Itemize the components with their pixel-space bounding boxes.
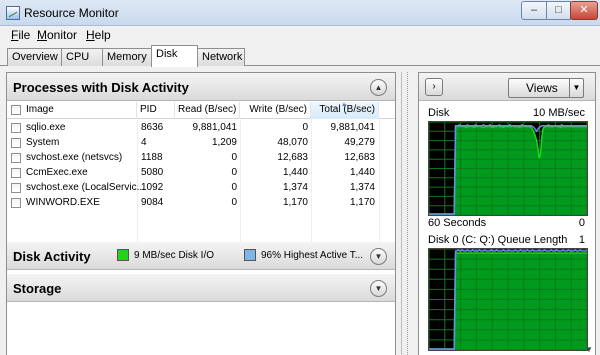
views-button[interactable]: Views ▼ [508, 78, 584, 98]
queue-graph-scale: 1 [578, 234, 585, 246]
cell-image: svchost.exe (netsvcs) [26, 152, 123, 163]
cell-read: 0 [231, 167, 237, 178]
close-button[interactable]: ✕ [570, 1, 598, 20]
row-checkbox[interactable] [11, 138, 21, 148]
queue-graph-title: Disk 0 (C: Q:) Queue Length [428, 234, 568, 246]
active-time-legend-swatch [244, 249, 256, 261]
processes-section-title: Processes with Disk Activity [13, 80, 189, 95]
tab-overview[interactable]: Overview [7, 48, 62, 66]
cell-write: 48,070 [277, 137, 308, 148]
processes-section-header[interactable]: Processes with Disk Activity ▲ [7, 73, 395, 101]
column-write[interactable]: Write (B/sec) [240, 102, 311, 119]
queue-graph [428, 248, 588, 351]
cell-total: 1,374 [349, 182, 375, 193]
window-title: Resource Monitor [24, 6, 119, 20]
column-read[interactable]: Read (B/sec) [175, 102, 240, 119]
cell-write: 1,440 [282, 167, 308, 178]
cell-read: 1,209 [211, 137, 237, 148]
expand-down-icon[interactable]: ▼ [370, 248, 387, 265]
disk-details-pane: Processes with Disk Activity ▲ Image PID… [6, 72, 396, 355]
cell-pid: 5080 [141, 167, 164, 178]
resource-monitor-window: Resource Monitor – □ ✕ File Monitor Help… [0, 0, 600, 355]
cell-read: 0 [231, 182, 237, 193]
cell-pid: 8636 [141, 122, 164, 133]
queue-graph-plot [428, 248, 588, 351]
views-label: Views [526, 81, 558, 95]
cell-write: 1,170 [282, 197, 308, 208]
cell-pid: 9084 [141, 197, 164, 208]
cell-image: svchost.exe (LocalServic... [26, 182, 145, 193]
cell-pid: 4 [141, 137, 147, 148]
cell-total: 1,440 [349, 167, 375, 178]
cell-image: System [26, 137, 60, 148]
table-row[interactable]: WINWORD.EXE 9084 0 1,170 1,170 [7, 196, 395, 211]
storage-section-header[interactable]: Storage ▼ [7, 274, 395, 302]
collapse-up-icon[interactable]: ▲ [370, 79, 387, 96]
storage-section-title: Storage [13, 281, 62, 296]
cell-write: 0 [302, 122, 308, 133]
cell-total: 9,881,041 [330, 122, 376, 133]
table-row[interactable]: sqlio.exe 8636 9,881,041 0 9,881,041 [7, 121, 395, 136]
cell-write: 1,374 [282, 182, 308, 193]
row-checkbox[interactable] [11, 183, 21, 193]
cell-read: 0 [231, 152, 237, 163]
disk-graph-plot [428, 121, 588, 216]
table-header: Image PID Read (B/sec) Write (B/sec) Tot… [7, 102, 395, 119]
menu-help[interactable]: Help [86, 28, 111, 42]
tab-memory[interactable]: Memory [102, 48, 152, 66]
tab-network[interactable]: Network [197, 48, 245, 66]
menu-file[interactable]: File [11, 28, 30, 42]
chevron-right-icon[interactable]: › [425, 78, 443, 96]
row-checkbox[interactable] [11, 123, 21, 133]
chevron-down-icon[interactable]: ▼ [569, 79, 583, 97]
cell-total: 1,170 [349, 197, 375, 208]
cell-image: WINWORD.EXE [26, 197, 100, 208]
cell-read: 0 [231, 197, 237, 208]
disk-graph-min: 0 [578, 217, 585, 229]
column-image[interactable]: Image [23, 102, 137, 119]
tab-bar: Overview CPU Memory Disk Network [0, 44, 600, 67]
cell-write: 12,683 [277, 152, 308, 163]
column-pid[interactable]: PID [137, 102, 175, 119]
row-checkbox[interactable] [11, 168, 21, 178]
graphs-pane: › Views ▼ Disk 10 MB/sec 60 Seconds 0 Di… [418, 72, 596, 355]
disk-io-legend-label: 9 MB/sec Disk I/O [134, 250, 215, 261]
scroll-down-icon[interactable]: ▼ [585, 345, 593, 354]
tab-cpu[interactable]: CPU [61, 48, 103, 66]
title-bar[interactable]: Resource Monitor – □ ✕ [0, 0, 600, 26]
cell-total: 12,683 [344, 152, 375, 163]
disk-activity-section-title: Disk Activity [13, 249, 91, 264]
tab-disk[interactable]: Disk [151, 45, 198, 67]
disk-graph [428, 121, 588, 216]
minimize-button[interactable]: – [521, 1, 547, 20]
cell-read: 9,881,041 [192, 122, 238, 133]
table-row[interactable]: CcmExec.exe 5080 0 1,440 1,440 [7, 166, 395, 181]
cell-pid: 1188 [141, 152, 163, 163]
row-checkbox[interactable] [11, 153, 21, 163]
select-all-checkbox[interactable] [11, 105, 21, 115]
resource-monitor-app-icon [6, 6, 20, 20]
cell-image: CcmExec.exe [26, 167, 88, 178]
pane-splitter[interactable] [401, 72, 414, 355]
cell-pid: 1092 [141, 182, 164, 193]
table-row[interactable]: svchost.exe (LocalServic... 1092 0 1,374… [7, 181, 395, 196]
table-row[interactable]: svchost.exe (netsvcs) 1188 0 12,683 12,6… [7, 151, 395, 166]
active-time-legend-label: 96% Highest Active T... [261, 250, 364, 261]
cell-image: sqlio.exe [26, 122, 66, 133]
cell-total: 49,279 [344, 137, 375, 148]
row-checkbox[interactable] [11, 198, 21, 208]
sort-indicator-icon: ▲ [341, 102, 347, 108]
disk-graph-time-span: 60 Seconds [428, 217, 487, 229]
disk-graph-scale: 10 MB/sec [533, 107, 585, 119]
graphs-pane-header: › Views ▼ [419, 73, 595, 101]
table-row[interactable]: System 4 1,209 48,070 49,279 [7, 136, 395, 151]
disk-graph-title: Disk [428, 107, 450, 119]
menu-bar: File Monitor Help [0, 26, 600, 44]
disk-io-legend-swatch [117, 249, 129, 261]
disk-activity-section-header[interactable]: Disk Activity 9 MB/sec Disk I/O 96% High… [7, 242, 395, 270]
maximize-button[interactable]: □ [546, 1, 571, 20]
expand-down-icon[interactable]: ▼ [370, 280, 387, 297]
menu-monitor[interactable]: Monitor [37, 28, 77, 42]
